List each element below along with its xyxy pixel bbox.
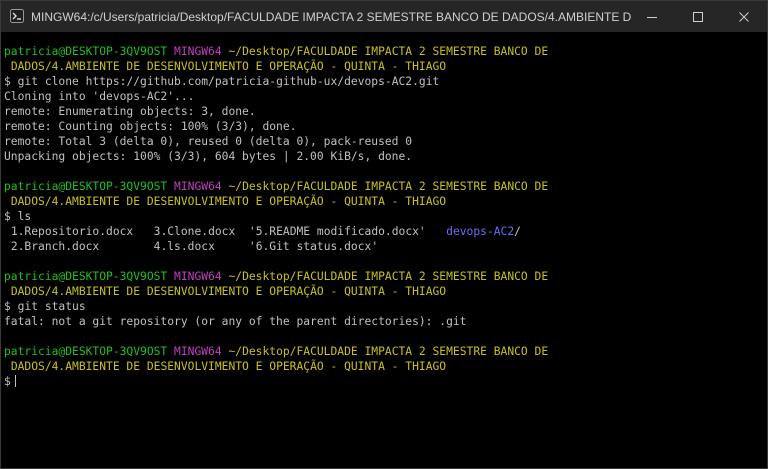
prompt-line-cont: DADOS/4.AMBIENTE DE DESENVOLVIMENTO E OP… [4,59,749,74]
prompt-path: ~/Desktop/FACULDADE IMPACTA 2 SEMESTRE B… [228,45,549,58]
prompt-symbol: $ [4,75,11,88]
title-bar[interactable]: MINGW64:/c/Users/patricia/Desktop/FACULD… [1,1,767,32]
command-text: git status [17,300,86,313]
prompt-line: patricia@DESKTOP-3QV9OST MINGW64 ~/Deskt… [4,44,749,59]
prompt-path-cont: DADOS/4.AMBIENTE DE DESENVOLVIMENTO E OP… [10,195,447,208]
git-bash-icon [10,9,24,23]
output-line: remote: Enumerating objects: 3, done. [4,105,256,118]
prompt-shell: MINGW64 [174,345,222,358]
terminal-window: MINGW64:/c/Users/patricia/Desktop/FACULD… [0,0,768,469]
prompt-path-cont: DADOS/4.AMBIENTE DE DESENVOLVIMENTO E OP… [10,285,447,298]
command-line: $ ls [4,209,749,224]
ls-row: 2.Branch.docx 4.ls.docx '6.Git status.do… [4,239,749,254]
prompt-user-host: patricia@DESKTOP-3QV9OST [4,345,168,358]
command-text: ls [17,210,32,223]
minimize-button[interactable] [629,1,675,32]
prompt-symbol: $ [4,375,11,388]
window-title: MINGW64:/c/Users/patricia/Desktop/FACULD… [31,10,631,24]
prompt-line: patricia@DESKTOP-3QV9OST MINGW64 ~/Deskt… [4,344,749,359]
ls-file: '6.Git status.docx' [248,240,379,253]
minimize-icon [647,16,657,18]
prompt-path-cont: DADOS/4.AMBIENTE DE DESENVOLVIMENTO E OP… [10,60,447,73]
terminal-output[interactable]: patricia@DESKTOP-3QV9OST MINGW64 ~/Deskt… [4,44,749,389]
command-line: $ git clone https://github.com/patricia-… [4,74,749,89]
output-line: remote: Counting objects: 100% (3/3), do… [4,120,297,133]
close-icon [739,11,749,22]
prompt-shell: MINGW64 [174,270,222,283]
ls-file: 4.ls.docx [153,240,215,253]
ls-row: 1.Repositorio.docx 3.Clone.docx '5.READM… [4,224,749,239]
maximize-icon [693,11,703,22]
ls-directory: devops-AC2 [446,225,515,238]
prompt-line-cont: DADOS/4.AMBIENTE DE DESENVOLVIMENTO E OP… [4,284,749,299]
output-line: Unpacking objects: 100% (3/3), 604 bytes… [4,150,413,163]
maximize-button[interactable] [675,1,721,32]
prompt-path: ~/Desktop/FACULDADE IMPACTA 2 SEMESTRE B… [228,270,549,283]
output-line: Cloning into 'devops-AC2'... [4,90,195,103]
prompt-line-cont: DADOS/4.AMBIENTE DE DESENVOLVIMENTO E OP… [4,359,749,374]
error-line: fatal: not a git repository (or any of t… [4,315,467,328]
ls-file: 1.Repositorio.docx [10,225,134,238]
prompt-user-host: patricia@DESKTOP-3QV9OST [4,180,168,193]
prompt-path: ~/Desktop/FACULDADE IMPACTA 2 SEMESTRE B… [228,180,549,193]
prompt-symbol: $ [4,210,11,223]
prompt-shell: MINGW64 [174,180,222,193]
ls-file: '5.README modificado.docx' [248,225,426,238]
prompt-shell: MINGW64 [174,45,222,58]
prompt-user-host: patricia@DESKTOP-3QV9OST [4,45,168,58]
command-line[interactable]: $ [4,374,749,389]
prompt-symbol: $ [4,300,11,313]
prompt-path-cont: DADOS/4.AMBIENTE DE DESENVOLVIMENTO E OP… [10,360,447,373]
ls-file: 2.Branch.docx [10,240,100,253]
close-button[interactable] [721,1,767,32]
prompt-user-host: patricia@DESKTOP-3QV9OST [4,270,168,283]
prompt-path: ~/Desktop/FACULDADE IMPACTA 2 SEMESTRE B… [228,345,549,358]
command-line: $ git status [4,299,749,314]
prompt-line: patricia@DESKTOP-3QV9OST MINGW64 ~/Deskt… [4,269,749,284]
prompt-line-cont: DADOS/4.AMBIENTE DE DESENVOLVIMENTO E OP… [4,194,749,209]
ls-directory-suffix: / [514,225,521,238]
command-text: git clone https://github.com/patricia-gi… [17,75,440,88]
prompt-line: patricia@DESKTOP-3QV9OST MINGW64 ~/Deskt… [4,179,749,194]
output-line: remote: Total 3 (delta 0), reused 0 (del… [4,135,413,148]
ls-file: 3.Clone.docx [153,225,236,238]
text-cursor [14,375,16,387]
